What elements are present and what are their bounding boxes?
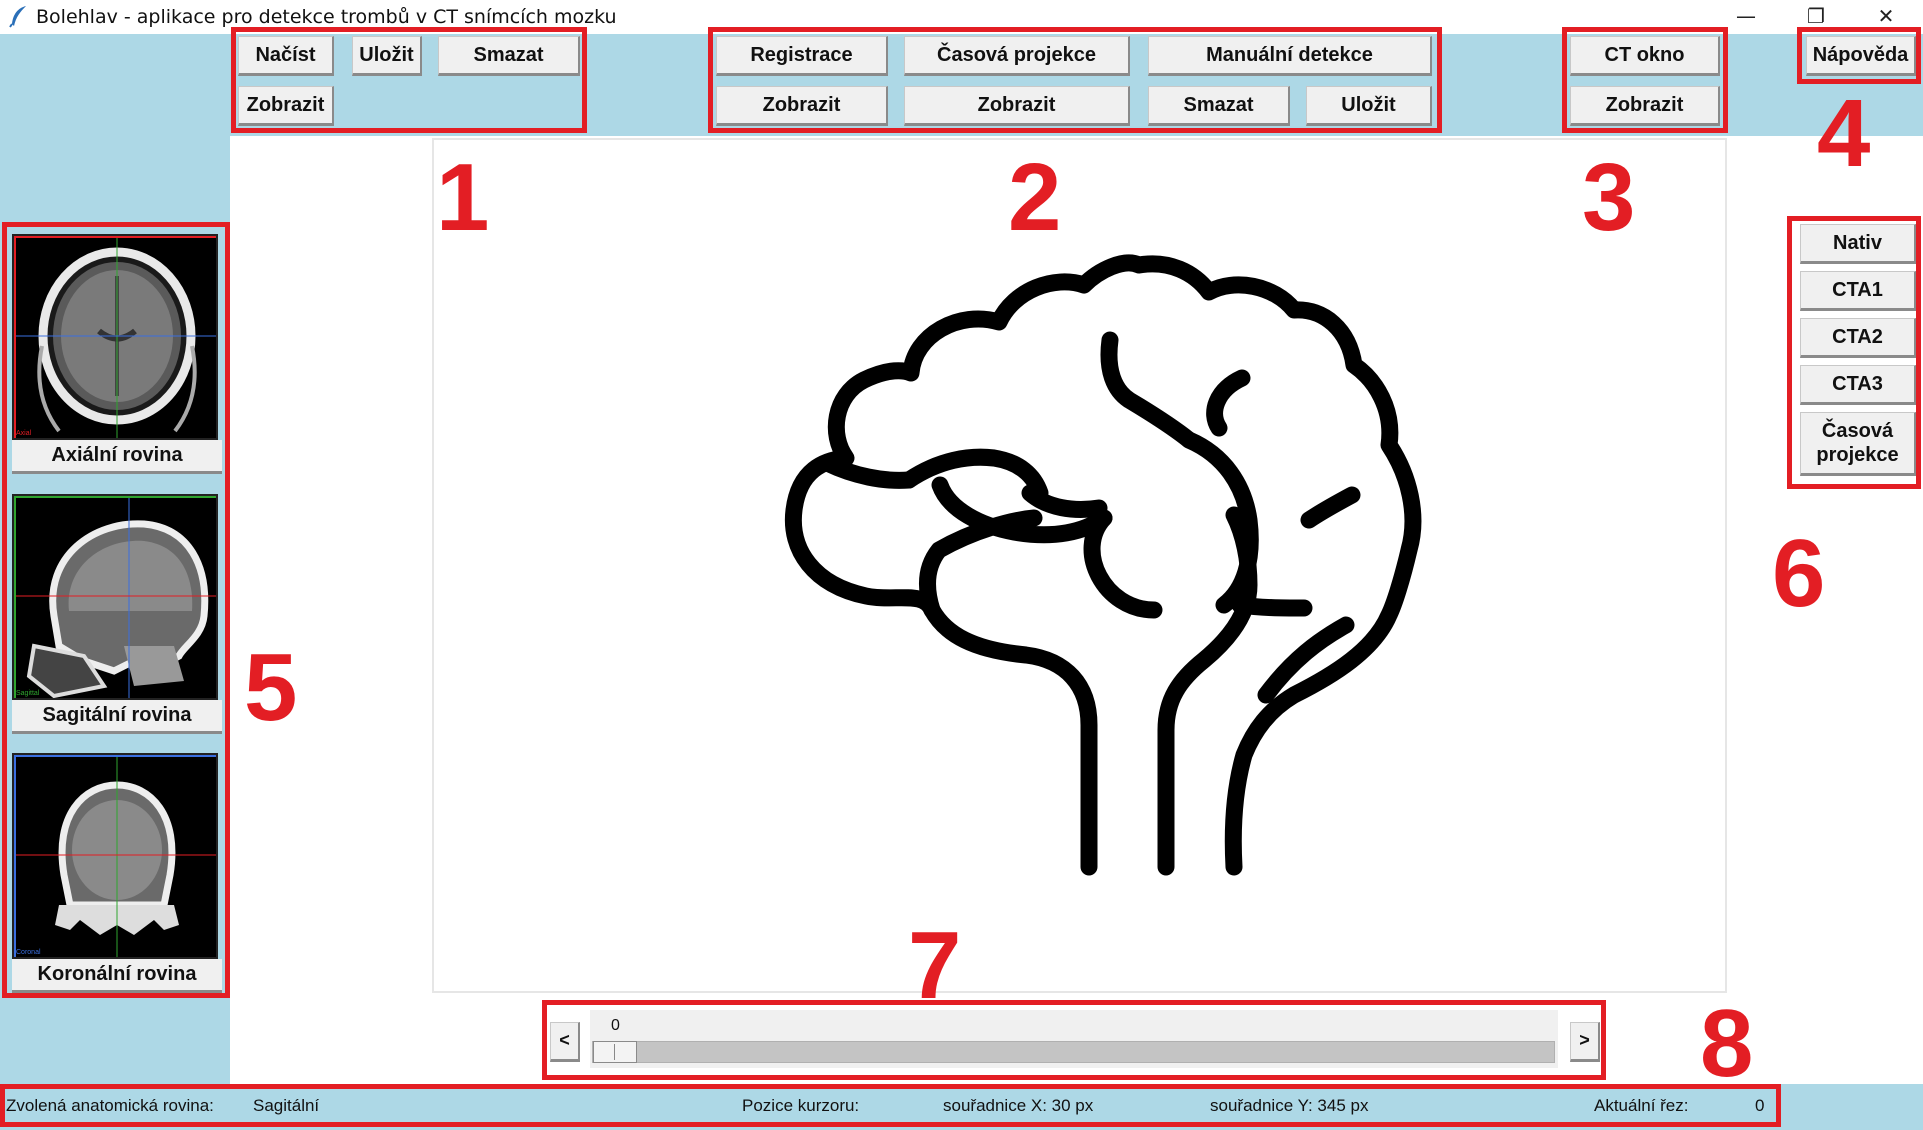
annotation-number-1: 1 <box>436 144 490 251</box>
annotation-box-3 <box>1562 27 1728 133</box>
annotation-number-2: 2 <box>1008 144 1062 251</box>
annotation-box-5 <box>2 222 230 998</box>
annotation-number-5: 5 <box>244 634 298 741</box>
annotation-number-7: 7 <box>908 912 962 1019</box>
brain-icon <box>784 254 1422 876</box>
window-title: Bolehlav - aplikace pro detekce trombů v… <box>36 6 617 28</box>
annotation-box-2 <box>708 27 1442 133</box>
annotation-number-8: 8 <box>1700 990 1754 1097</box>
feather-app-icon <box>9 6 26 28</box>
annotation-box-6 <box>1787 216 1921 489</box>
annotation-number-4: 4 <box>1817 80 1871 187</box>
annotation-box-1 <box>231 27 587 133</box>
annotation-box-8-statusbar <box>0 1084 1781 1127</box>
annotation-box-7 <box>542 1000 1606 1080</box>
annotation-box-4 <box>1797 27 1921 84</box>
annotation-number-3: 3 <box>1582 144 1636 251</box>
annotation-number-6: 6 <box>1772 520 1826 627</box>
image-canvas[interactable] <box>432 138 1727 993</box>
